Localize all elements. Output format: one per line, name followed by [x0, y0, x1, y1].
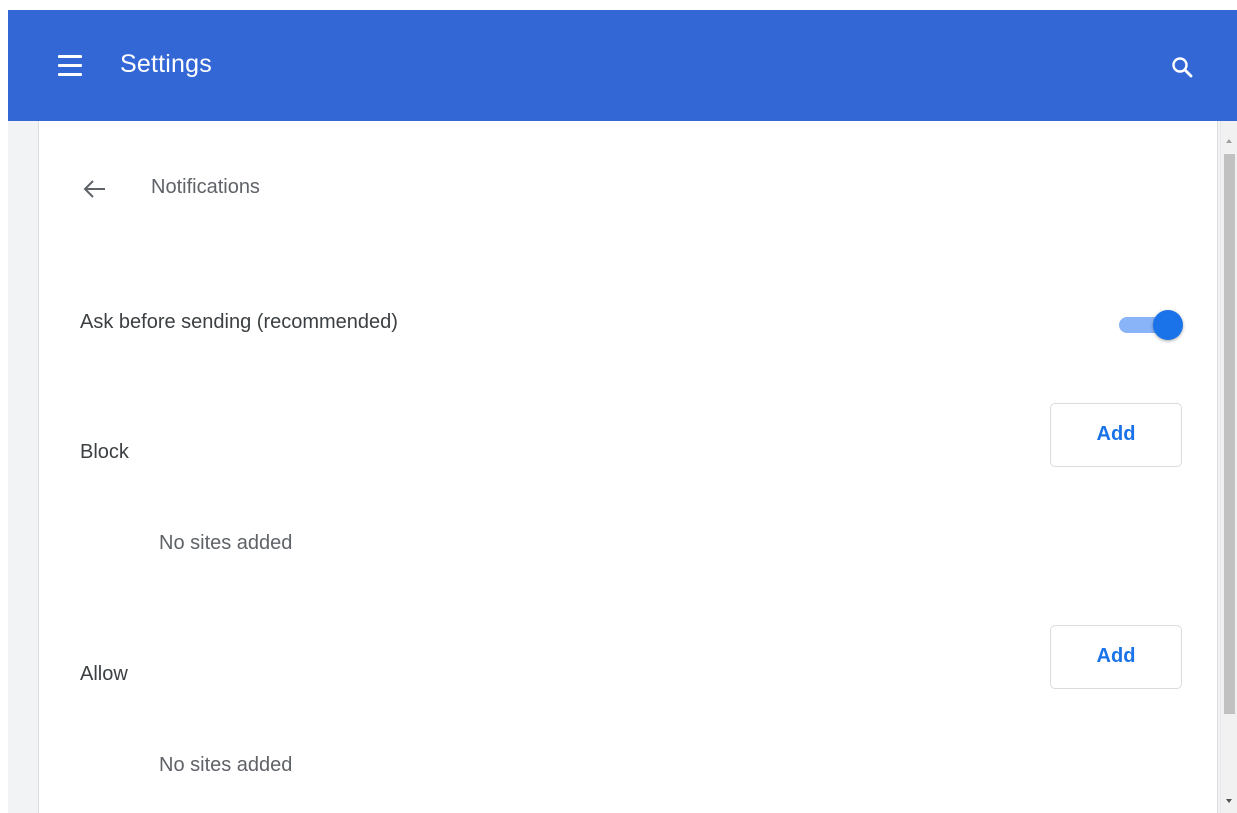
- page-title: Notifications: [151, 176, 260, 198]
- block-section-label: Block: [80, 441, 129, 463]
- scrollbar-thumb[interactable]: [1224, 154, 1235, 714]
- block-add-button[interactable]: Add: [1050, 403, 1182, 467]
- ask-before-sending-toggle[interactable]: [1119, 309, 1183, 340]
- settings-window: Settings Notifications Ask before sendin…: [8, 10, 1237, 813]
- arrow-back-icon[interactable]: [81, 175, 109, 203]
- toggle-knob: [1153, 310, 1183, 340]
- scroll-up-arrow-icon[interactable]: [1226, 139, 1232, 143]
- block-empty-text: No sites added: [159, 532, 293, 554]
- allow-add-button[interactable]: Add: [1050, 625, 1182, 689]
- allow-section-label: Allow: [80, 663, 128, 685]
- vertical-scrollbar[interactable]: [1220, 121, 1237, 813]
- content-area: Notifications Ask before sending (recomm…: [8, 121, 1237, 813]
- toolbar-title: Settings: [120, 50, 212, 78]
- search-icon[interactable]: [1169, 54, 1197, 82]
- allow-empty-text: No sites added: [159, 754, 293, 776]
- menu-icon[interactable]: [58, 53, 86, 79]
- notifications-card: Notifications Ask before sending (recomm…: [38, 121, 1218, 813]
- toolbar: Settings: [8, 10, 1237, 121]
- ask-before-sending-label: Ask before sending (recommended): [80, 311, 398, 333]
- scroll-down-arrow-icon[interactable]: [1226, 799, 1232, 803]
